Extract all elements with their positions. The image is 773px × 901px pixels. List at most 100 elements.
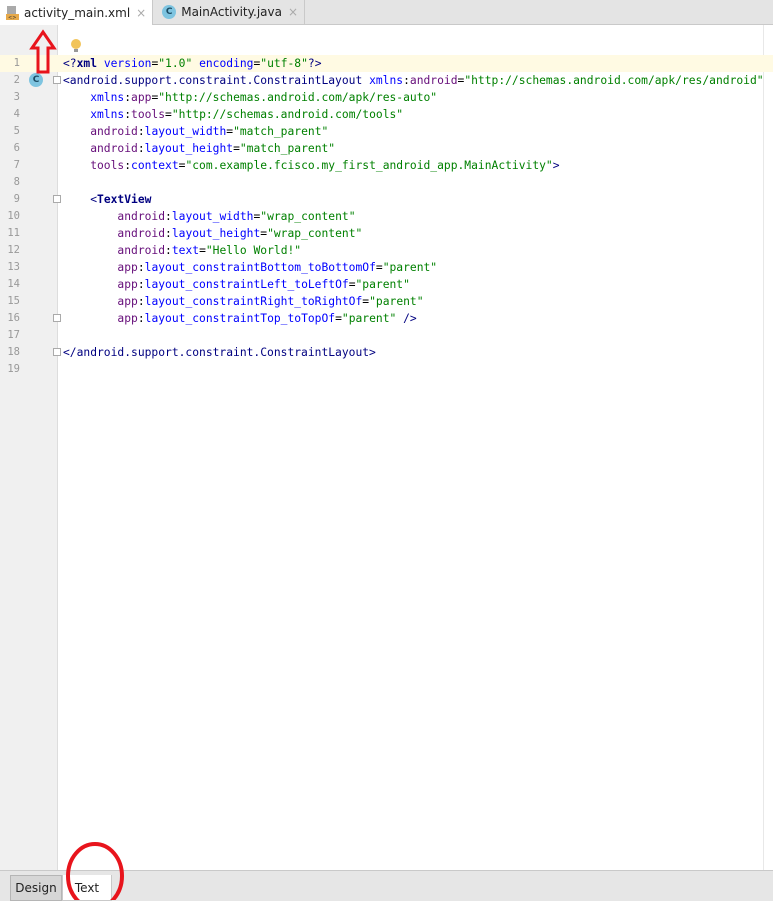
code-token: TextView [97, 193, 152, 206]
line-number: 5 [13, 125, 20, 137]
code-line[interactable]: 12 android:text="Hello World!" [0, 242, 773, 259]
code-token: xmlns [369, 74, 404, 87]
code-token: "match_parent" [239, 142, 336, 155]
close-icon[interactable]: × [288, 5, 298, 19]
line-number: 13 [7, 261, 20, 273]
code-token: : [124, 108, 132, 121]
code-token: layout_constraintRight_toRightOf [144, 295, 363, 308]
code-text: android:layout_height="wrap_content" [63, 225, 362, 242]
line-number: 7 [13, 159, 20, 171]
code-token: : [124, 159, 132, 172]
line-number: 1 [13, 57, 20, 69]
code-token: : [137, 278, 145, 291]
code-token: = [375, 261, 383, 274]
code-token: : [165, 210, 172, 223]
code-line[interactable]: 19 [0, 361, 773, 378]
code-line[interactable]: 11 android:layout_height="wrap_content" [0, 225, 773, 242]
line-number: 11 [7, 227, 20, 239]
code-line[interactable]: 8 [0, 174, 773, 191]
code-token: xmlns [63, 91, 125, 104]
code-token: : [137, 312, 145, 325]
code-line[interactable]: 3 xmlns:app="http://schemas.android.com/… [0, 89, 773, 106]
code-text: <android.support.constraint.ConstraintLa… [63, 72, 764, 89]
line-number: 4 [13, 108, 20, 120]
code-line[interactable]: 16 app:layout_constraintTop_toTopOf="par… [0, 310, 773, 327]
lightbulb-icon[interactable] [71, 39, 81, 52]
code-text: <?xml version="1.0" encoding="utf-8"?> [63, 55, 322, 72]
tab-mainactivity-java[interactable]: C MainActivity.java × [153, 0, 306, 24]
code-token: ?> [307, 57, 322, 70]
code-line[interactable]: 6 android:layout_height="match_parent" [0, 140, 773, 157]
code-token: <android.support.constraint.ConstraintLa… [63, 74, 370, 87]
code-token: = [348, 278, 356, 291]
tab-label: activity_main.xml [24, 5, 131, 20]
code-line[interactable]: 2 C <android.support.constraint.Constraint… [0, 72, 773, 89]
line-number: 3 [13, 91, 20, 103]
code-token: layout_width [144, 125, 227, 138]
code-line[interactable]: 18 </android.support.constraint.Constrain… [0, 344, 773, 361]
code-token: app [63, 261, 138, 274]
code-token: context [131, 159, 179, 172]
code-token: app [131, 91, 152, 104]
code-text: android:layout_width="wrap_content" [63, 208, 356, 225]
code-line[interactable]: 4 xmlns:tools="http://schemas.android.co… [0, 106, 773, 123]
tab-activity-main-xml[interactable]: <> activity_main.xml × [0, 0, 154, 25]
code-line[interactable]: 10 android:layout_width="wrap_content" [0, 208, 773, 225]
code-line[interactable]: 17 [0, 327, 773, 344]
code-token: encoding [199, 57, 254, 70]
tab-label: MainActivity.java [181, 5, 282, 19]
code-line[interactable]: 1 <?xml version="1.0" encoding="utf-8"?> [0, 55, 773, 72]
code-token: app [63, 278, 138, 291]
code-token: "wrap_content" [260, 210, 356, 223]
code-token: : [137, 295, 145, 308]
line-number: 17 [7, 329, 20, 341]
code-text: app:layout_constraintRight_toRightOf="pa… [63, 293, 424, 310]
editor-mode-tabs: Design Text [0, 870, 773, 901]
code-token: app [63, 295, 138, 308]
code-line[interactable]: 5 android:layout_width="match_parent" [0, 123, 773, 140]
fold-marker-icon[interactable] [53, 314, 61, 322]
code-line[interactable]: 15 app:layout_constraintRight_toRightOf=… [0, 293, 773, 310]
editor-tabs: <> activity_main.xml × C MainActivity.ja… [0, 0, 773, 25]
class-gutter-icon[interactable]: C [29, 73, 43, 87]
code-text: xmlns:tools="http://schemas.android.com/… [63, 106, 403, 123]
line-number: 18 [7, 346, 20, 358]
tab-design[interactable]: Design [10, 875, 62, 901]
code-token: tools [131, 108, 166, 121]
line-number: 2 [13, 74, 20, 86]
code-line[interactable]: 14 app:layout_constraintLeft_toLeftOf="p… [0, 276, 773, 293]
code-token: layout_height [171, 227, 261, 240]
code-token: : [124, 91, 132, 104]
line-number: 10 [7, 210, 20, 222]
line-number: 6 [13, 142, 20, 154]
code-token: > [552, 159, 560, 172]
code-token: app [63, 312, 138, 325]
close-icon[interactable]: × [136, 6, 146, 20]
code-token: : [137, 261, 145, 274]
code-line[interactable]: 7 tools:context="com.example.fcisco.my_f… [0, 157, 773, 174]
fold-marker-icon[interactable] [53, 348, 61, 356]
fold-marker-icon[interactable] [53, 76, 61, 84]
code-token: "parent" [369, 295, 424, 308]
code-line[interactable]: 9 <TextView [0, 191, 773, 208]
code-token: xmlns [63, 108, 125, 121]
code-line[interactable]: 13 app:layout_constraintBottom_toBottomO… [0, 259, 773, 276]
code-token: : [403, 74, 410, 87]
code-token: "http://schemas.android.com/apk/res/andr… [464, 74, 764, 87]
code-lines[interactable]: 1 <?xml version="1.0" encoding="utf-8"?> 2… [0, 55, 773, 378]
code-token: "parent" [355, 278, 410, 291]
tab-text[interactable]: Text [62, 875, 112, 901]
code-token: = [199, 244, 206, 257]
code-token: "parent" [382, 261, 438, 274]
line-number: 9 [13, 193, 20, 205]
code-token: layout_constraintTop_toTopOf [144, 312, 336, 325]
code-token: android [63, 210, 166, 223]
code-token: android [409, 74, 458, 87]
code-text: android:layout_width="match_parent" [63, 123, 328, 140]
code-text: android:text="Hello World!" [63, 242, 301, 259]
code-token: android [63, 244, 166, 257]
fold-marker-icon[interactable] [53, 195, 61, 203]
code-token: layout_constraintLeft_toLeftOf [144, 278, 349, 291]
code-token: "com.example.fcisco.my_first_android_app… [185, 159, 553, 172]
code-token: "1.0" [158, 57, 200, 70]
